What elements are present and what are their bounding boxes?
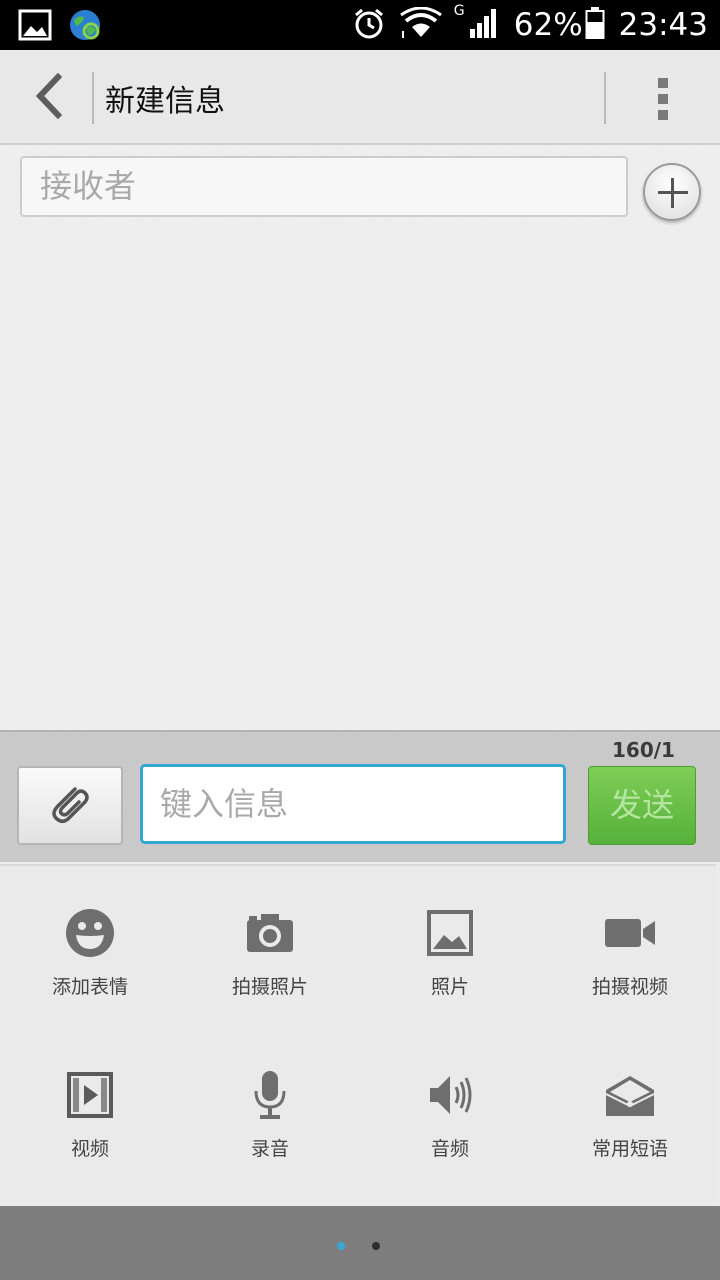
panel-item-label: 拍摄照片 (231, 976, 308, 998)
page-indicator (0, 1206, 720, 1280)
clock: 23:43 (618, 7, 708, 43)
record-video-button[interactable]: 拍摄视频 (540, 906, 720, 1016)
page-dot[interactable] (372, 1242, 380, 1250)
take-photo-button[interactable]: 拍摄照片 (180, 906, 360, 1016)
attachment-panel: 添加表情 拍摄照片 照片 拍摄视频 视频 录音 音频 常用短语 (0, 864, 716, 1204)
film-icon (63, 1068, 117, 1122)
alarm-icon (352, 6, 386, 44)
speaker-icon (423, 1068, 477, 1122)
picture-icon (423, 906, 477, 960)
panel-item-label: 录音 (250, 1138, 289, 1160)
smiley-icon (63, 906, 117, 960)
panel-item-label: 拍摄视频 (591, 976, 668, 998)
message-input[interactable]: 键入信息 (140, 764, 566, 844)
recipient-area: 接收者 (0, 146, 720, 730)
gallery-icon (18, 9, 52, 45)
photos-button[interactable]: 照片 (360, 906, 540, 1016)
voice-record-button[interactable]: 录音 (180, 1068, 360, 1178)
character-counter: 160/1 (612, 738, 675, 762)
battery-percent: 62% (513, 7, 583, 43)
microphone-icon (243, 1068, 297, 1122)
status-bar: G 62% 23:43 (0, 0, 720, 50)
add-emoji-button[interactable]: 添加表情 (0, 906, 180, 1016)
video-camera-icon (603, 906, 657, 960)
panel-item-label: 添加表情 (51, 976, 128, 998)
common-phrases-button[interactable]: 常用短语 (540, 1068, 720, 1178)
back-arrow-icon (28, 72, 68, 123)
video-button[interactable]: 视频 (0, 1068, 180, 1178)
panel-item-label: 音频 (430, 1138, 469, 1160)
signal-icon: G (454, 3, 500, 43)
battery-icon (585, 7, 605, 43)
page-title: 新建信息 (105, 84, 225, 119)
divider (92, 72, 94, 124)
back-button[interactable] (22, 72, 74, 124)
page-dot-active[interactable] (337, 1242, 345, 1250)
camera-icon (243, 906, 297, 960)
panel-item-label: 照片 (430, 976, 469, 998)
plus-circle-icon[interactable] (643, 163, 701, 221)
attach-button[interactable] (17, 766, 123, 845)
envelope-icon (603, 1068, 657, 1122)
paperclip-icon (47, 781, 93, 831)
network-type-label: G (453, 3, 465, 19)
globe-sync-icon (68, 8, 102, 46)
recipient-input[interactable]: 接收者 (20, 156, 628, 217)
divider (604, 72, 606, 124)
audio-button[interactable]: 音频 (360, 1068, 540, 1178)
panel-item-label: 常用短语 (591, 1138, 668, 1160)
send-button[interactable]: 发送 (588, 766, 696, 845)
panel-item-label: 视频 (70, 1138, 109, 1160)
compose-bar: 160/1 键入信息 发送 (0, 730, 720, 862)
overflow-menu-icon[interactable] (640, 74, 686, 124)
action-bar: 新建信息 (0, 50, 720, 145)
wifi-icon (399, 6, 442, 43)
